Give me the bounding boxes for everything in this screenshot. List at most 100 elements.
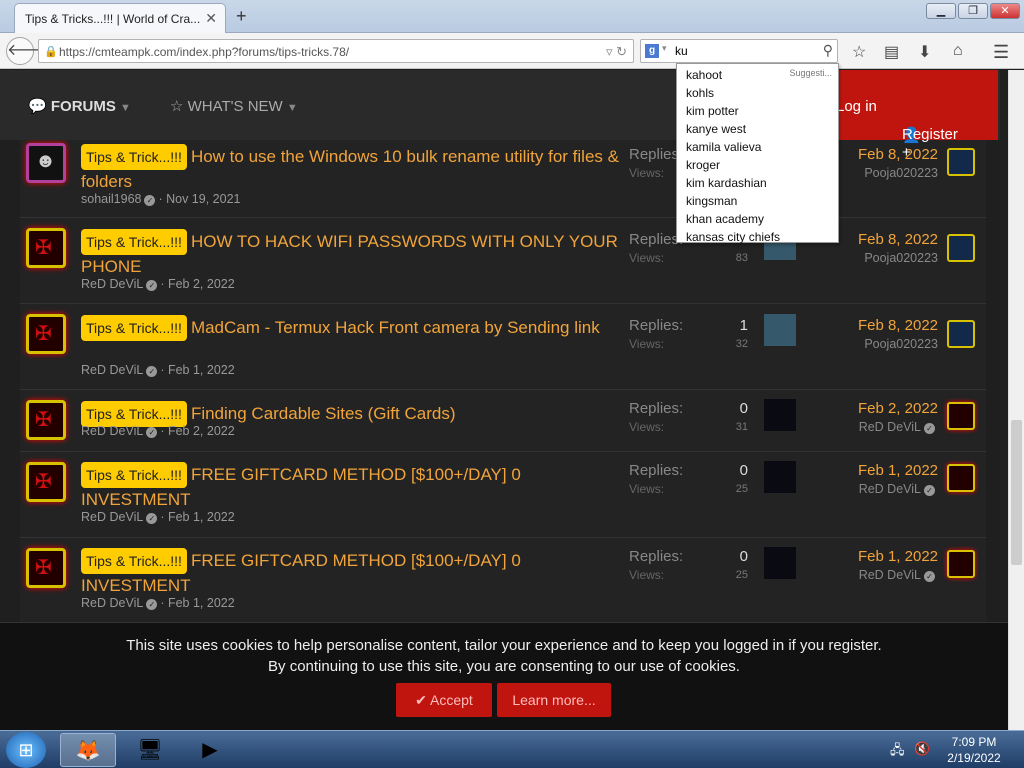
thread-title[interactable]: Tips & Trick...!!! HOW TO HACK WIFI PASSW…: [81, 229, 621, 279]
chevron-down-icon[interactable]: ▼: [287, 102, 298, 114]
verified-icon: ✓: [146, 513, 158, 524]
chevron-down-icon[interactable]: ▾: [662, 43, 667, 54]
thread-title[interactable]: Tips & Trick...!!! MadCam - Termux Hack F…: [81, 315, 621, 341]
thread-date: Feb 2, 2022: [167, 424, 235, 438]
browser-tab-bar: Tips & Tricks...!!! | World of Cra... ✕ …: [0, 0, 1024, 33]
scrollbar-thumb[interactable]: [1011, 420, 1022, 565]
google-icon[interactable]: g: [645, 44, 659, 58]
reload-icon[interactable]: ▿ ↻: [606, 44, 627, 60]
star-icon: ☆: [170, 98, 188, 115]
last-post-date[interactable]: Feb 1, 2022: [766, 548, 938, 565]
prefix-badge[interactable]: Tips & Trick...!!!: [81, 462, 187, 488]
verified-icon: ✓: [924, 571, 935, 582]
suggestion-item[interactable]: khan academy: [677, 210, 838, 228]
back-button[interactable]: 🡐: [6, 37, 50, 65]
last-poster-avatar[interactable]: [947, 234, 975, 262]
last-post-user[interactable]: ReD DeViL ✓: [766, 420, 938, 434]
search-icon[interactable]: ⚲: [823, 42, 833, 59]
avatar[interactable]: ✠: [26, 548, 66, 588]
volume-muted-icon[interactable]: 🔇: [914, 741, 930, 757]
suggestion-item[interactable]: kingsman: [677, 192, 838, 210]
whats-new-tab[interactable]: ☆ WHAT'S NEW ▼: [170, 97, 298, 115]
last-post-date[interactable]: Feb 8, 2022: [766, 317, 938, 334]
avatar[interactable]: ☻: [26, 143, 66, 183]
verified-icon: ✓: [144, 195, 156, 206]
cmd-taskbar-icon[interactable]: 🖥: [122, 733, 178, 767]
table-row: ✠ Tips & Trick...!!! FREE GIFTCARD METHOD…: [20, 538, 986, 624]
last-post-user[interactable]: ReD DeViL ✓: [766, 482, 938, 496]
thread-title[interactable]: Tips & Trick...!!! FREE GIFTCARD METHOD […: [81, 462, 621, 512]
skull-icon: ☻: [35, 150, 57, 172]
thread-title[interactable]: Tips & Trick...!!! FREE GIFTCARD METHOD […: [81, 548, 621, 598]
suggestion-item[interactable]: kohls: [677, 84, 838, 102]
replies-count: 0: [739, 548, 748, 565]
login-link[interactable]: Log in: [836, 98, 877, 115]
page-scrollbar[interactable]: [1008, 70, 1024, 730]
home-icon[interactable]: ⌂: [953, 42, 963, 60]
bookmark-star-icon[interactable]: ☆: [852, 42, 866, 62]
last-poster-avatar[interactable]: [947, 320, 975, 348]
suggestion-item[interactable]: kanye west: [677, 120, 838, 138]
last-post-user-name: ReD DeViL: [858, 420, 921, 434]
search-input[interactable]: [675, 43, 805, 59]
download-icon[interactable]: ⬇: [918, 42, 931, 62]
thread-title[interactable]: Tips & Trick...!!! How to use the Windows…: [81, 144, 621, 194]
learn-more-button[interactable]: Learn more...: [497, 683, 611, 717]
accept-button[interactable]: ✔ Accept: [396, 683, 492, 717]
restore-button[interactable]: ❐: [958, 3, 988, 19]
last-post-user[interactable]: Pooja020223: [766, 251, 938, 265]
address-bar[interactable]: 🔒 https://cmteampk.com/index.php?forums/…: [38, 39, 634, 63]
last-post-date[interactable]: Feb 1, 2022: [766, 462, 938, 479]
verified-icon: ✓: [146, 280, 158, 291]
prefix-badge[interactable]: Tips & Trick...!!!: [81, 315, 187, 341]
close-window-button[interactable]: ✕: [990, 3, 1020, 19]
media-player-taskbar-icon[interactable]: ▶: [182, 733, 238, 767]
thread-meta: ReD DeViL ✓ · Feb 1, 2022: [81, 510, 235, 524]
taskbar-clock[interactable]: 7:09 PM 2/19/2022: [946, 734, 1002, 766]
author-link[interactable]: sohail1968: [81, 192, 141, 206]
start-button[interactable]: ⊞: [6, 732, 46, 768]
avatar[interactable]: ✠: [26, 314, 66, 354]
author-link[interactable]: ReD DeViL: [81, 277, 143, 291]
menu-icon[interactable]: ☰: [993, 42, 1009, 63]
close-tab-icon[interactable]: ✕: [205, 10, 217, 27]
prefix-badge[interactable]: Tips & Trick...!!!: [81, 144, 187, 170]
minimize-button[interactable]: ▁: [926, 3, 956, 19]
browser-tab[interactable]: Tips & Tricks...!!! | World of Cra... ✕: [14, 3, 226, 33]
avatar[interactable]: ✠: [26, 228, 66, 268]
web-page: 💬 FORUMS ▼ ☆ WHAT'S NEW ▼ Log in 👤+ Regi…: [0, 70, 1008, 730]
last-post-user[interactable]: ReD DeViL ✓: [766, 568, 938, 582]
network-icon[interactable]: 🖧: [890, 741, 905, 763]
suggestion-item[interactable]: kamila valieva: [677, 138, 838, 156]
last-poster-avatar[interactable]: [947, 148, 975, 176]
suggestion-item[interactable]: kim potter: [677, 102, 838, 120]
devil-logo-icon: ✠: [35, 323, 52, 345]
author-link[interactable]: ReD DeViL: [81, 510, 143, 524]
author-link[interactable]: ReD DeViL: [81, 363, 143, 377]
author-link[interactable]: ReD DeViL: [81, 596, 143, 610]
avatar[interactable]: ✠: [26, 400, 66, 440]
last-poster-avatar[interactable]: [947, 550, 975, 578]
prefix-badge[interactable]: Tips & Trick...!!!: [81, 229, 187, 255]
avatar[interactable]: ✠: [26, 462, 66, 502]
prefix-badge[interactable]: Tips & Trick...!!!: [81, 548, 187, 574]
new-tab-icon[interactable]: +: [236, 6, 247, 27]
last-post-user[interactable]: Pooja020223: [766, 337, 938, 351]
firefox-taskbar-icon[interactable]: 🦊: [60, 733, 116, 767]
url-text: https://cmteampk.com/index.php?forums/ti…: [59, 45, 350, 59]
suggestion-item[interactable]: kim kardashian: [677, 174, 838, 192]
suggestions-header: Suggesti...: [789, 68, 832, 78]
chevron-down-icon[interactable]: ▼: [120, 102, 131, 114]
suggestion-item[interactable]: kroger: [677, 156, 838, 174]
forums-tab[interactable]: 💬 FORUMS ▼: [28, 97, 131, 115]
last-poster-avatar[interactable]: [947, 402, 975, 430]
cookie-text-line1: This site uses cookies to help personali…: [126, 637, 882, 654]
search-box[interactable]: g ▾ ⚲: [640, 39, 838, 63]
last-poster-avatar[interactable]: [947, 464, 975, 492]
suggestion-item[interactable]: kansas city chiefs: [677, 228, 838, 246]
whats-new-label: WHAT'S NEW: [187, 98, 283, 115]
reading-list-icon[interactable]: ▤: [884, 42, 899, 62]
author-link[interactable]: ReD DeViL: [81, 424, 143, 438]
register-label: Register: [902, 126, 958, 143]
last-post-date[interactable]: Feb 2, 2022: [766, 400, 938, 417]
